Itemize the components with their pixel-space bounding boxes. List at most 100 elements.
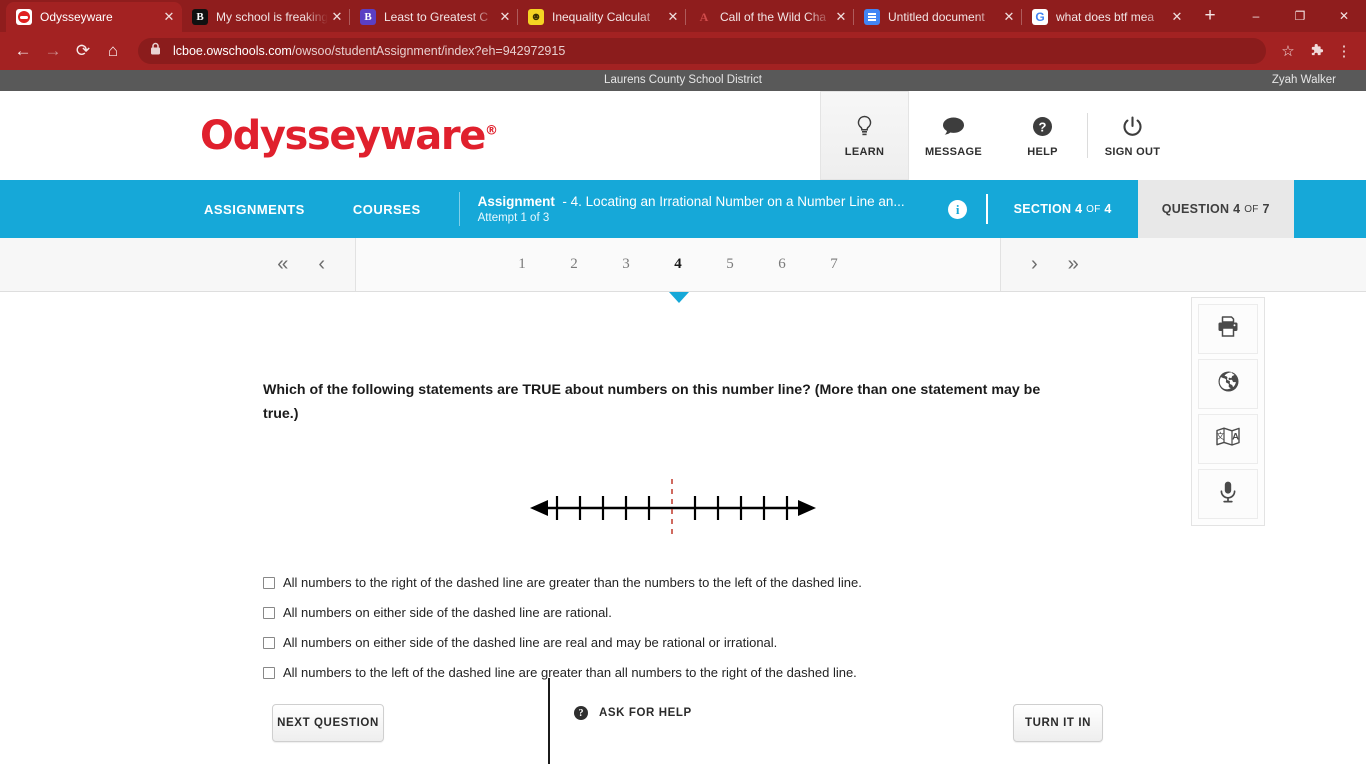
question-circle-icon: ? xyxy=(1032,114,1053,139)
pager-page-2[interactable]: 2 xyxy=(563,256,585,273)
extensions-icon[interactable] xyxy=(1302,37,1330,65)
restore-icon[interactable]: ❐ xyxy=(1278,0,1322,32)
address-bar[interactable]: lcboe.owschools.com/owsoo/studentAssignm… xyxy=(138,38,1266,64)
reload-icon[interactable]: ⟳ xyxy=(68,36,98,66)
browser-tab-brainly-1[interactable]: B My school is freaking ✕ xyxy=(181,2,350,32)
pager-left-controls: « ‹ xyxy=(0,238,356,291)
header-action-label: LEARN xyxy=(844,145,885,158)
pager-page-1[interactable]: 1 xyxy=(511,256,533,273)
close-icon[interactable]: ✕ xyxy=(496,8,514,26)
new-tab-button[interactable]: + xyxy=(1196,3,1224,31)
current-page-caret-icon xyxy=(669,292,689,303)
close-icon[interactable]: ✕ xyxy=(160,8,178,26)
pager-next-button[interactable]: › xyxy=(1031,253,1038,276)
window-close-icon[interactable]: ✕ xyxy=(1322,0,1366,32)
odysseyware-logo[interactable]: Odysseyware® xyxy=(200,112,498,159)
lock-icon xyxy=(150,42,164,60)
pager-prev-button[interactable]: ‹ xyxy=(318,253,325,276)
header-action-message[interactable]: MESSAGE xyxy=(909,91,998,180)
header-action-label: MESSAGE xyxy=(924,145,983,158)
header-action-learn[interactable]: LEARN xyxy=(820,91,909,180)
section-total: 4 xyxy=(1104,202,1112,216)
close-icon[interactable]: ✕ xyxy=(664,8,682,26)
question-action-bar: NEXT QUESTION ? ASK FOR HELP TURN IT IN xyxy=(0,678,1366,764)
ask-for-help-button[interactable]: ? ASK FOR HELP xyxy=(574,706,692,720)
close-icon[interactable]: ✕ xyxy=(328,8,346,26)
bookmark-star-icon[interactable]: ☆ xyxy=(1274,37,1302,65)
svg-text:A: A xyxy=(1232,431,1239,442)
window-controls: – ❐ ✕ xyxy=(1234,0,1366,32)
choice-option[interactable]: All numbers on either side of the dashed… xyxy=(263,634,1083,664)
lightbulb-icon xyxy=(856,114,873,139)
assignment-title-line: Assignment - 4. Locating an Irrational N… xyxy=(478,194,930,209)
question-prompt: Which of the following statements are TR… xyxy=(263,382,1041,422)
back-icon[interactable]: ← xyxy=(8,36,38,66)
logo-wrap: Odysseyware® xyxy=(0,91,820,180)
header-action-help[interactable]: ? HELP xyxy=(998,91,1087,180)
home-icon[interactable]: ⌂ xyxy=(98,36,128,66)
pager-page-7[interactable]: 7 xyxy=(823,256,845,273)
microphone-tool-button[interactable] xyxy=(1198,469,1258,519)
pager-page-4[interactable]: 4 xyxy=(667,256,689,273)
nav-assignments[interactable]: ASSIGNMENTS xyxy=(180,180,329,238)
apex-icon: A xyxy=(699,10,709,24)
print-icon xyxy=(1216,315,1240,343)
svg-text:文: 文 xyxy=(1216,431,1225,441)
pager-page-5[interactable]: 5 xyxy=(719,256,741,273)
section-indicator[interactable]: SECTION 4 OF 4 xyxy=(988,180,1138,238)
browser-chrome: Odysseyware ✕ B My school is freaking ✕ … xyxy=(0,0,1366,70)
print-tool-button[interactable] xyxy=(1198,304,1258,354)
tab-title: Least to Greatest C xyxy=(384,10,489,24)
question-indicator[interactable]: QUESTION 4 OF 7 xyxy=(1137,180,1294,238)
section-current: 4 xyxy=(1075,202,1083,216)
tab-title: what does btf mea xyxy=(1056,10,1155,24)
choice-option[interactable]: All numbers to the right of the dashed l… xyxy=(263,574,1083,604)
question-pager: « ‹ 1 2 3 4 5 6 7 › » xyxy=(0,238,1366,303)
url-text: lcboe.owschools.com/owsoo/studentAssignm… xyxy=(173,44,565,58)
nav-courses[interactable]: COURSES xyxy=(329,180,445,238)
turn-it-in-button[interactable]: TURN IT IN xyxy=(1013,704,1103,742)
choice-label: All numbers on either side of the dashed… xyxy=(283,605,612,620)
browser-tab-google-search[interactable]: G what does btf mea ✕ xyxy=(1021,2,1190,32)
district-name: Laurens County School District xyxy=(604,74,762,86)
browser-tab-odysseyware[interactable]: Odysseyware ✕ xyxy=(6,2,182,32)
choice-checkbox[interactable] xyxy=(263,607,275,619)
close-icon[interactable]: ✕ xyxy=(832,8,850,26)
pager-right-controls: › » xyxy=(1000,238,1366,291)
header-action-label: SIGN OUT xyxy=(1104,145,1161,158)
pager-last-button[interactable]: » xyxy=(1068,253,1079,276)
browser-menu-icon[interactable]: ⋮ xyxy=(1330,37,1358,65)
browser-tab-apex[interactable]: A Call of the Wild Cha ✕ xyxy=(685,2,854,32)
brainly-icon: B xyxy=(192,9,208,25)
minimize-icon[interactable]: – xyxy=(1234,0,1278,32)
globe-icon xyxy=(1217,370,1240,398)
translate-tool-button[interactable]: 文 A xyxy=(1198,414,1258,464)
google-icon: G xyxy=(1032,9,1048,25)
browser-tab-brainly-2[interactable]: B Least to Greatest C ✕ xyxy=(349,2,518,32)
globe-tool-button[interactable] xyxy=(1198,359,1258,409)
app-header: Odysseyware® LEARN MESSAGE ? HELP SIGN O… xyxy=(0,91,1366,180)
ask-for-help-label: ASK FOR HELP xyxy=(599,707,692,719)
browser-tab-inequality[interactable]: ☻ Inequality Calculat ✕ xyxy=(517,2,686,32)
registered-mark-icon: ® xyxy=(484,123,498,139)
choice-checkbox[interactable] xyxy=(263,577,275,589)
logo-text: Odysseyware xyxy=(200,112,486,159)
assignment-info-button[interactable]: i xyxy=(930,180,986,238)
assignment-prefix: Assignment xyxy=(477,194,555,209)
svg-text:?: ? xyxy=(1039,119,1047,134)
pager-page-6[interactable]: 6 xyxy=(771,256,793,273)
pager-first-button[interactable]: « xyxy=(277,253,288,276)
attempt-text: Attempt 1 of 3 xyxy=(477,212,550,224)
browser-toolbar: ← → ⟳ ⌂ lcboe.owschools.com/owsoo/studen… xyxy=(0,32,1366,70)
next-question-button[interactable]: NEXT QUESTION xyxy=(272,704,384,742)
browser-tab-google-docs[interactable]: Untitled document ✕ xyxy=(853,2,1022,32)
choice-checkbox[interactable] xyxy=(263,637,275,649)
question-label: QUESTION xyxy=(1161,202,1230,216)
close-icon[interactable]: ✕ xyxy=(1000,8,1018,26)
header-action-sign-out[interactable]: SIGN OUT xyxy=(1088,91,1177,180)
pager-page-3[interactable]: 3 xyxy=(615,256,637,273)
answer-choices: All numbers to the right of the dashed l… xyxy=(263,574,1083,694)
close-icon[interactable]: ✕ xyxy=(1168,8,1186,26)
forward-icon[interactable]: → xyxy=(38,36,68,66)
choice-option[interactable]: All numbers on either side of the dashed… xyxy=(263,604,1083,634)
